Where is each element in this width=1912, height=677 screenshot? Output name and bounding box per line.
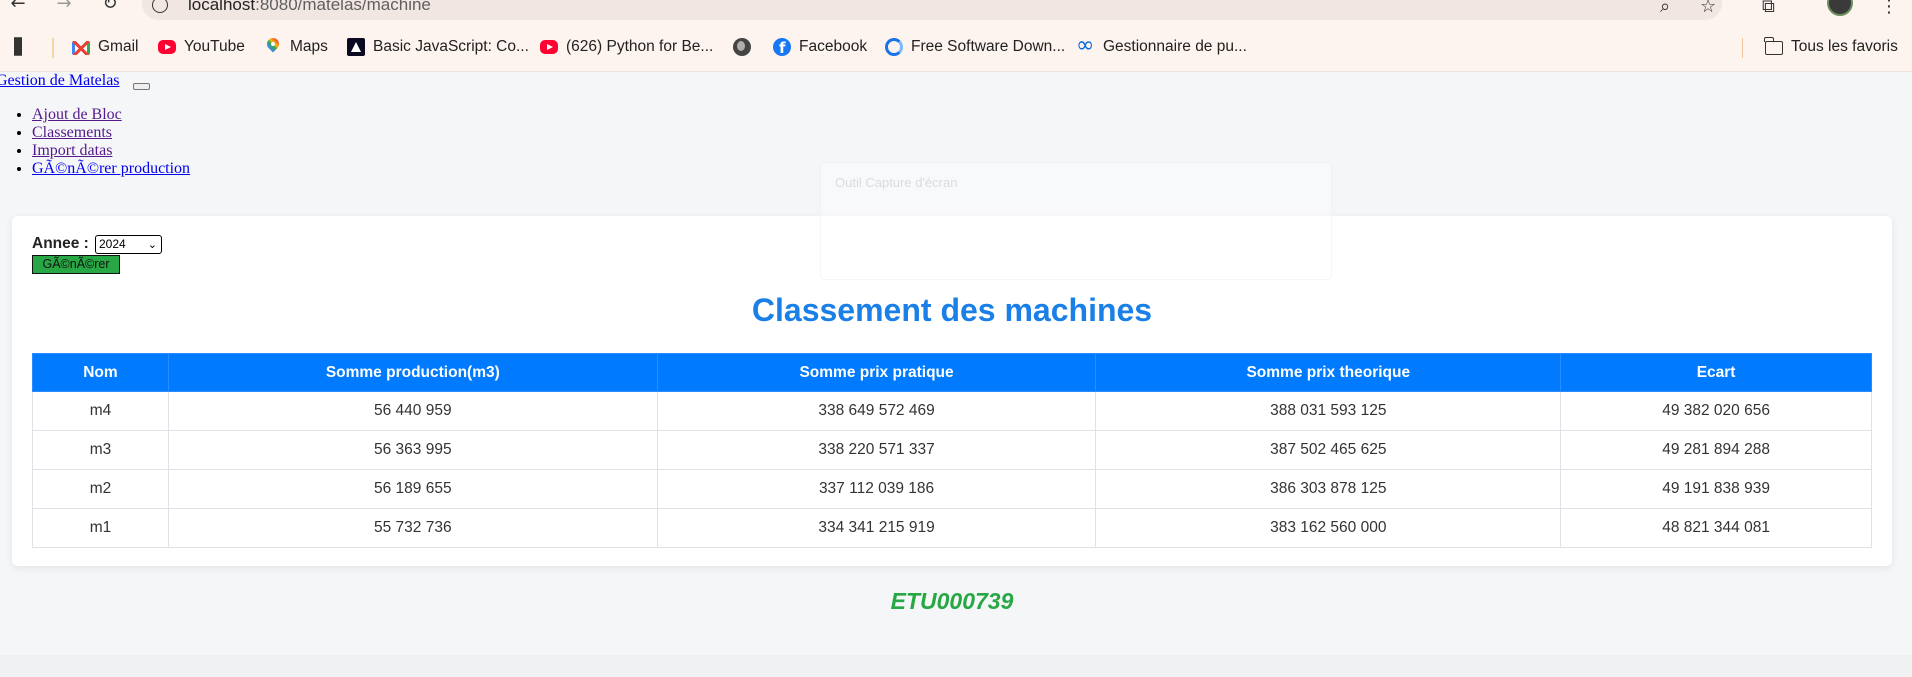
folder-icon: [1764, 37, 1783, 55]
nav-link-ajout-bloc[interactable]: Ajout de Bloc: [32, 106, 122, 123]
column-header-ecart: Ecart: [1560, 353, 1872, 392]
bookmark-label: YouTube: [184, 38, 245, 55]
site-info-icon[interactable]: [152, 0, 168, 13]
table-header-row: Nom Somme production(m3) Somme prix prat…: [32, 353, 1872, 392]
page-title: Classement des machines: [751, 292, 1153, 328]
youtube-icon: [540, 40, 558, 54]
bookmark-facebook[interactable]: Facebook: [773, 36, 867, 58]
bookmark-label: Free Software Down...: [911, 38, 1066, 55]
year-label: Annee :: [32, 235, 89, 252]
overlay-label: Outil Capture d'écran: [835, 175, 958, 190]
bookmark-maps[interactable]: Maps: [264, 36, 328, 58]
bookmark-label: Facebook: [799, 38, 868, 55]
cell-prix-pratique: 337 112 039 186: [656, 469, 1097, 509]
column-header-prix-pratique: Somme prix pratique: [656, 353, 1097, 392]
navbar-toggler-button[interactable]: [133, 83, 150, 90]
screen-capture-overlay: Outil Capture d'écran: [820, 162, 1332, 280]
search-icon[interactable]: ⌕: [1660, 0, 1670, 17]
bookmark-label: Gmail: [98, 38, 139, 55]
cell-prix-theorique: 388 031 593 125: [1095, 391, 1562, 431]
bookmark-youtube[interactable]: YouTube: [158, 36, 245, 58]
cell-nom: m1: [32, 508, 169, 548]
nav-link-generer-production[interactable]: GÃ©nÃ©rer production: [32, 160, 190, 177]
facebook-icon: [773, 38, 791, 57]
nav-item: GÃ©nÃ©rer production: [32, 160, 190, 178]
meta-icon: [1076, 33, 1095, 58]
table-row: m3 56 363 995 338 220 571 337 387 502 46…: [32, 430, 1872, 470]
brand-link[interactable]: Gestion de Matelas: [0, 72, 120, 90]
apps-button[interactable]: [14, 36, 40, 58]
year-select[interactable]: 2024 ⌄: [95, 235, 162, 254]
all-bookmarks-label: Tous les favoris: [1791, 38, 1898, 55]
bookmarks-bar: Gmail YouTube Maps Basic JavaScript: Co.…: [0, 22, 1912, 72]
column-header-nom: Nom: [32, 353, 169, 392]
browser-toolbar: ← → ↻ localhost:8080/matelas/machine ⌕ ☆…: [0, 0, 1912, 22]
bookmark-label: Gestionnaire de pu...: [1103, 38, 1247, 55]
nav-link-import-datas[interactable]: Import datas: [32, 142, 112, 159]
youtube-icon: [158, 40, 176, 54]
cell-prix-theorique: 383 162 560 000: [1095, 508, 1562, 548]
url-text: localhost:8080/matelas/machine: [188, 0, 431, 14]
apps-grid-icon: [14, 37, 32, 56]
column-header-production: Somme production(m3): [167, 353, 658, 392]
chevron-down-icon: ⌄: [147, 238, 157, 251]
cell-prix-theorique: 387 502 465 625: [1095, 430, 1562, 470]
profile-avatar[interactable]: [1827, 0, 1853, 16]
bookmark-separator: [52, 38, 54, 58]
bookmark-globe[interactable]: [733, 36, 759, 58]
cell-nom: m3: [32, 430, 169, 470]
bookmark-free-software[interactable]: Free Software Down...: [885, 36, 1065, 58]
nav-item: Ajout de Bloc: [32, 106, 190, 124]
nav-item: Import datas: [32, 142, 190, 160]
nav-list: Ajout de Bloc Classements Import datas G…: [14, 106, 190, 178]
menu-dots-icon[interactable]: ⋮: [1880, 0, 1898, 17]
cell-ecart: 48 821 344 081: [1560, 508, 1872, 548]
bookmark-python[interactable]: (626) Python for Be...: [540, 36, 713, 58]
maps-icon: [264, 38, 282, 56]
gmail-icon: [72, 41, 90, 55]
generate-button[interactable]: GÃ©nÃ©rer: [32, 255, 120, 274]
cell-production: 56 440 959: [167, 391, 658, 431]
cell-nom: m4: [32, 391, 169, 431]
table-row: m4 56 440 959 338 649 572 469 388 031 59…: [32, 391, 1872, 431]
all-bookmarks-button[interactable]: Tous les favoris: [1764, 36, 1898, 58]
star-icon[interactable]: ☆: [1700, 0, 1716, 17]
nav-item: Classements: [32, 124, 190, 142]
bookmark-label: Basic JavaScript: Co...: [373, 38, 529, 55]
cell-ecart: 49 191 838 939: [1560, 469, 1872, 509]
freecodecamp-icon: [347, 38, 365, 56]
cell-prix-theorique: 386 303 878 125: [1095, 469, 1562, 509]
cell-prix-pratique: 338 220 571 337: [656, 430, 1097, 470]
bookmark-label: (626) Python for Be...: [566, 38, 714, 55]
cell-production: 56 189 655: [167, 469, 658, 509]
bookmark-separator: [1742, 38, 1743, 58]
page-bottom-strip: [0, 655, 1912, 677]
cell-prix-pratique: 334 341 215 919: [656, 508, 1097, 548]
nav-link-classements[interactable]: Classements: [32, 124, 112, 141]
student-id-footer: ETU000739: [890, 588, 1014, 614]
table-row: m1 55 732 736 334 341 215 919 383 162 56…: [32, 508, 1872, 548]
forward-arrow-icon[interactable]: →: [52, 0, 76, 14]
column-header-prix-theorique: Somme prix theorique: [1095, 353, 1562, 392]
cell-prix-pratique: 338 649 572 469: [656, 391, 1097, 431]
year-selected-value: 2024: [99, 237, 126, 251]
bookmark-label: Maps: [290, 38, 328, 55]
ranking-table: Nom Somme production(m3) Somme prix prat…: [32, 353, 1872, 548]
table-row: m2 56 189 655 337 112 039 186 386 303 87…: [32, 469, 1872, 509]
globe-icon: [733, 38, 751, 56]
cell-ecart: 49 281 894 288: [1560, 430, 1872, 470]
address-bar[interactable]: localhost:8080/matelas/machine: [142, 0, 1722, 20]
cell-production: 55 732 736: [167, 508, 658, 548]
bookmark-basic-javascript[interactable]: Basic JavaScript: Co...: [347, 36, 529, 58]
cell-ecart: 49 382 020 656: [1560, 391, 1872, 431]
reload-icon[interactable]: ↻: [98, 0, 122, 14]
extensions-icon[interactable]: ⧉: [1762, 0, 1775, 17]
back-arrow-icon[interactable]: ←: [6, 0, 30, 14]
bookmark-gestionnaire[interactable]: Gestionnaire de pu...: [1076, 33, 1247, 58]
cell-nom: m2: [32, 469, 169, 509]
software-icon: [885, 38, 903, 56]
cell-production: 56 363 995: [167, 430, 658, 470]
bookmark-gmail[interactable]: Gmail: [72, 36, 138, 58]
